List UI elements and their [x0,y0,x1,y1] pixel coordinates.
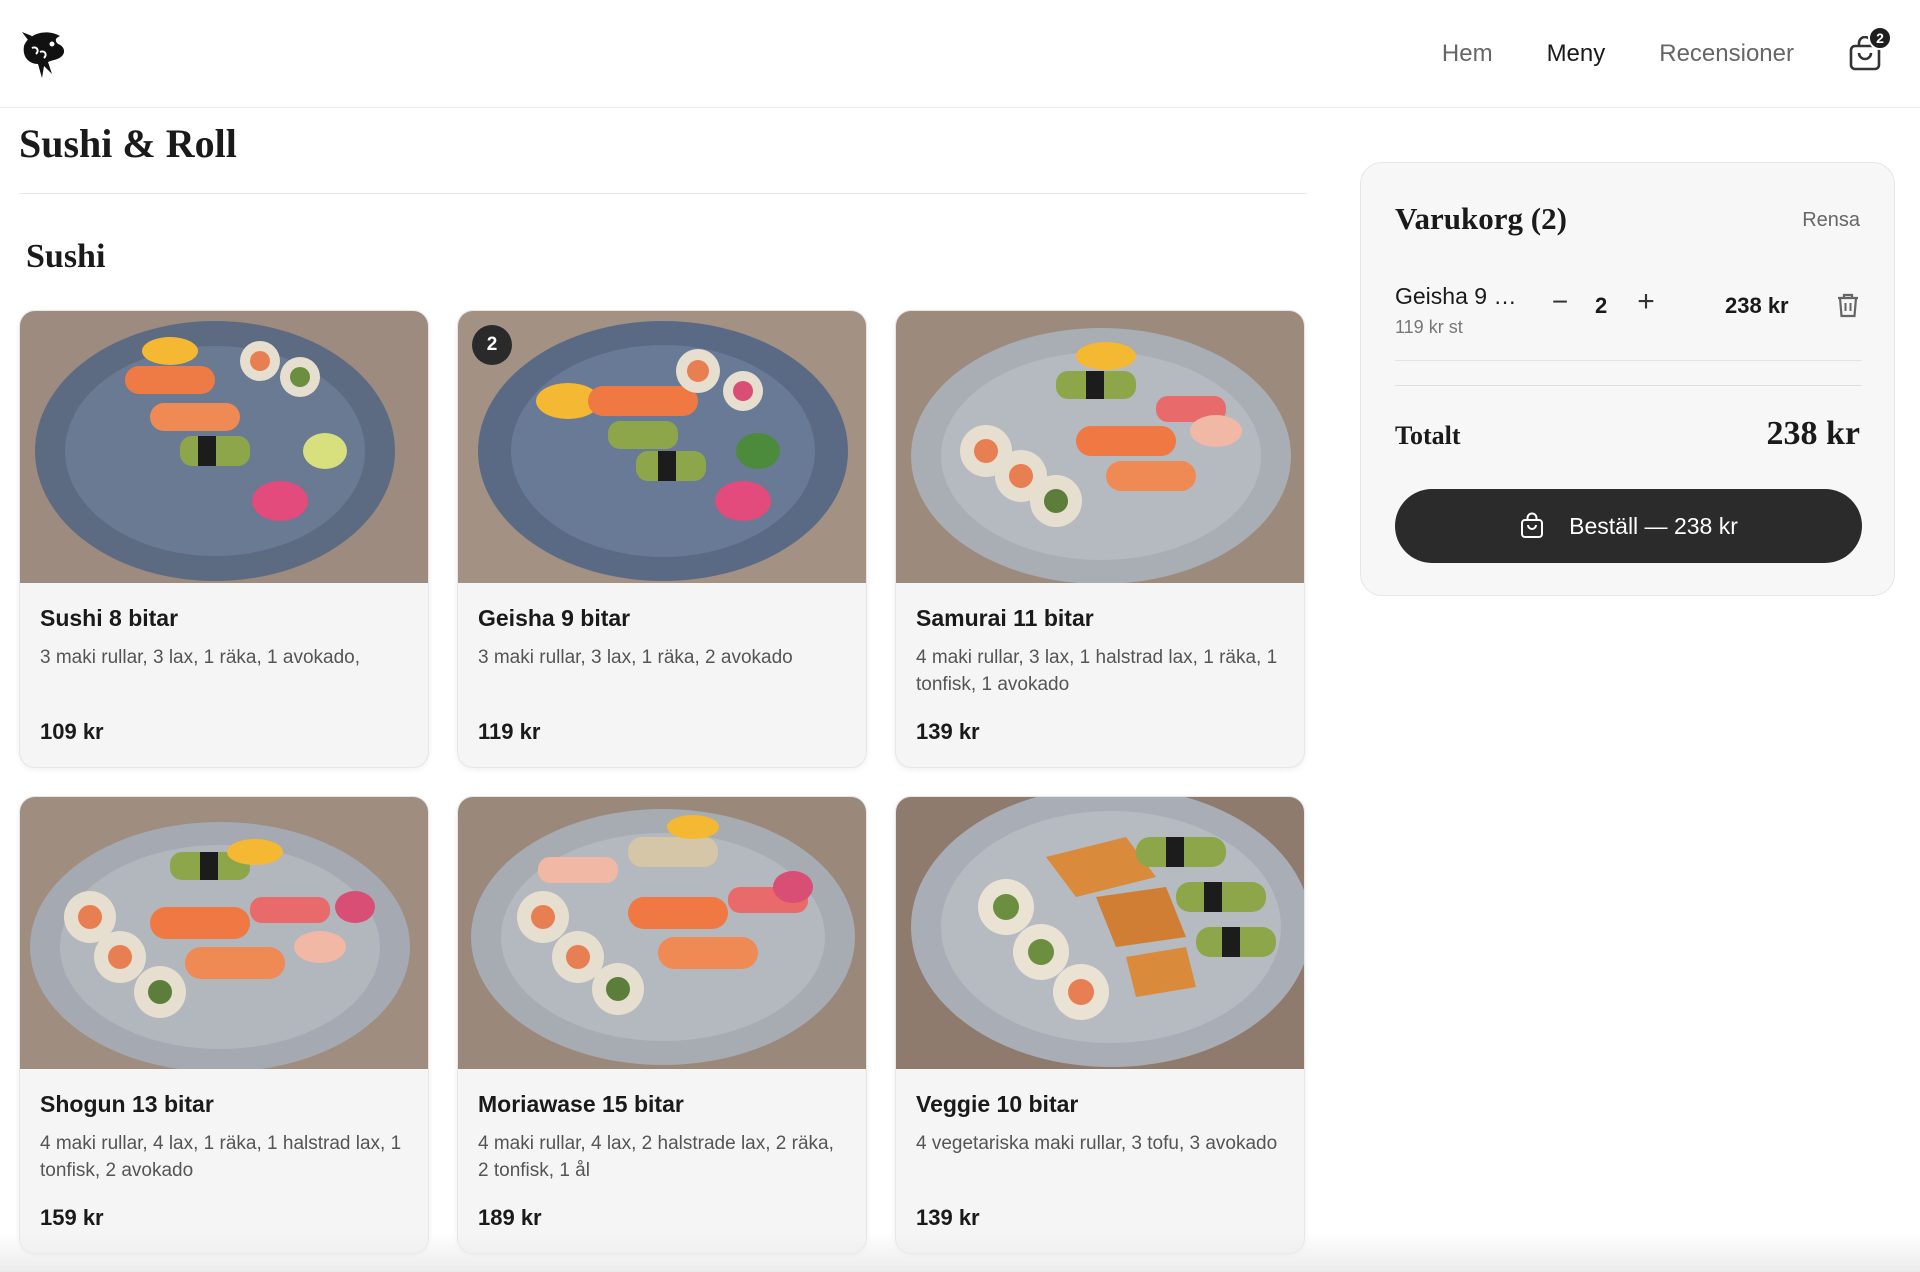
product-name: Geisha 9 bitar [478,605,631,631]
cart-item-total: 238 kr [1725,293,1789,318]
trash-icon[interactable] [1835,291,1861,319]
product-image [896,797,1304,1069]
total-label: Totalt [1395,421,1461,450]
nav-item-meny[interactable]: Meny [1547,40,1606,68]
order-button-label: Beställ — 238 kr [1569,512,1738,539]
product-name: Veggie 10 bitar [916,1091,1079,1117]
section-title: Sushi [26,238,106,275]
cart-title: Varukorg (2) [1395,201,1567,236]
scroll-fade [0,1232,1920,1272]
cart-item-unit-price: 119 kr st [1395,317,1463,337]
product-card[interactable]: Samurai 11 bitar 4 maki rullar, 3 lax, 1… [895,310,1305,768]
product-price: 139 kr [916,1205,980,1230]
cart-button[interactable]: 2 [1848,26,1892,72]
cart-panel: Varukorg (2) Rensa Geisha 9 … 119 kr st … [1360,162,1895,596]
product-card[interactable]: Shogun 13 bitar 4 maki rullar, 4 lax, 1 … [19,796,429,1254]
product-card[interactable]: Veggie 10 bitar 4 vegetariska maki rulla… [895,796,1305,1254]
product-name: Moriawase 15 bitar [478,1091,684,1117]
product-description: 3 maki rullar, 3 lax, 1 räka, 1 avokado, [40,647,360,668]
fish-logo-icon[interactable] [18,26,68,82]
product-name: Shogun 13 bitar [40,1091,214,1117]
product-price: 159 kr [40,1205,104,1230]
product-image: 2 [458,311,866,583]
product-card[interactable]: 2 Geisha 9 bitar 3 maki rullar, 3 lax, 1… [457,310,867,768]
product-price: 189 kr [478,1205,542,1230]
product-price: 139 kr [916,719,980,744]
product-description: 3 maki rullar, 3 lax, 1 räka, 2 avokado [478,647,793,668]
decrease-quantity-button[interactable]: − [1545,286,1575,317]
cart-item-quantity: 2 [1595,293,1608,318]
product-card[interactable]: Sushi 8 bitar 3 maki rullar, 3 lax, 1 rä… [19,310,429,768]
product-description: 4 maki rullar, 4 lax, 1 räka, 1 halstrad… [40,1133,402,1181]
cart-count-badge: 2 [1868,26,1892,50]
product-image [458,797,866,1069]
cart-item: Geisha 9 … 119 kr st − 2 + 238 kr [1395,283,1862,361]
product-image [20,797,428,1069]
divider [1395,385,1862,386]
product-description: 4 maki rullar, 4 lax, 2 halstrade lax, 2… [478,1133,834,1181]
product-image [20,311,428,583]
product-name: Sushi 8 bitar [40,605,179,631]
product-card[interactable]: Moriawase 15 bitar 4 maki rullar, 4 lax,… [457,796,867,1254]
increase-quantity-button[interactable]: + [1631,285,1661,318]
shopping-bag-icon [1521,512,1544,538]
main-nav: Hem Meny Recensioner 2 [1442,0,1920,108]
top-header: Hem Meny Recensioner 2 [0,0,1920,108]
product-name: Samurai 11 bitar [916,605,1094,631]
product-grid: Sushi 8 bitar 3 maki rullar, 3 lax, 1 rä… [19,310,1306,1254]
cart-item-name: Geisha 9 … [1395,283,1517,309]
nav-item-hem[interactable]: Hem [1442,40,1493,68]
order-button[interactable]: Beställ — 238 kr [1395,489,1862,563]
divider [19,193,1306,194]
product-description: 4 vegetariska maki rullar, 3 tofu, 3 avo… [916,1133,1278,1154]
product-description: 4 maki rullar, 3 lax, 1 halstrad lax, 1 … [916,647,1278,695]
product-image [896,311,1304,583]
nav-item-recensioner[interactable]: Recensioner [1659,40,1794,68]
clear-cart-button[interactable]: Rensa [1802,209,1860,232]
product-price: 109 kr [40,719,104,744]
page-title: Sushi & Roll [19,121,237,166]
product-price: 119 kr [478,719,541,744]
in-cart-quantity-badge: 2 [472,325,512,365]
total-value: 238 kr [1766,415,1861,452]
